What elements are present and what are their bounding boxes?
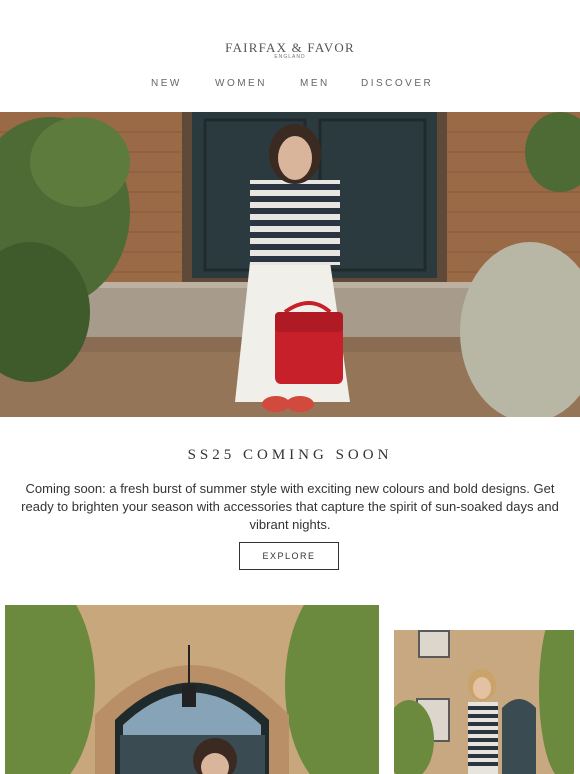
nav-item-discover[interactable]: DISCOVER — [361, 78, 433, 89]
nav-item-women[interactable]: WOMEN — [215, 78, 267, 89]
brand-subtitle: ENGLAND — [274, 54, 306, 60]
nav-item-men[interactable]: MEN — [300, 78, 330, 89]
hero-image[interactable] — [0, 112, 580, 417]
promo-body: Coming soon: a fresh burst of summer sty… — [21, 481, 559, 532]
nav-item-new[interactable]: NEW — [151, 78, 182, 89]
explore-button[interactable]: EXPLORE — [239, 542, 339, 570]
product-photo-right[interactable] — [394, 630, 574, 774]
promo-headline: SS25 COMING SOON — [187, 447, 393, 463]
email-header: FAIRFAX & FAVOR ENGLAND NEW WOMEN MEN DI… — [0, 0, 580, 112]
product-photo-left[interactable] — [5, 605, 379, 774]
main-nav: NEW WOMEN MEN DISCOVER — [0, 78, 580, 92]
